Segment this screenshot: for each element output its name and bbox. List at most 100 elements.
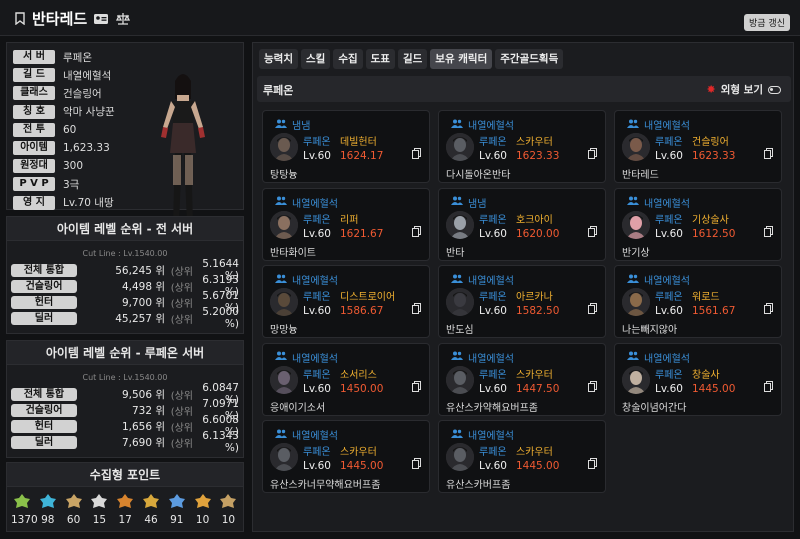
character-card[interactable]: 내열에혈석 루페온 건슬링어 Lv.60 1623.33 반타레드 — [614, 110, 782, 183]
character-portrait — [270, 443, 298, 471]
collection-item[interactable]: 17 — [114, 493, 136, 526]
profile-row: 클래스 건슬링어 — [13, 85, 102, 101]
character-name: 나는빼지않아 — [622, 325, 678, 336]
tab-item[interactable]: 도표 — [365, 49, 395, 69]
guild-line: 내열에혈석 — [627, 195, 690, 210]
collection-item[interactable]: 15 — [88, 493, 110, 526]
character-class: 아르카나 — [516, 292, 553, 303]
collection-item[interactable]: 91 — [166, 493, 188, 526]
collection-value: 10 — [221, 514, 236, 526]
character-name: 탕탕늉 — [270, 170, 298, 181]
guild-line: 내열에혈석 — [451, 427, 514, 442]
character-portrait — [446, 210, 474, 239]
copy-icon[interactable] — [588, 148, 597, 159]
collection-item[interactable]: 46 — [140, 493, 162, 526]
character-level: Lv.60 — [303, 227, 331, 240]
character-level: Lv.60 — [479, 150, 507, 162]
copy-icon[interactable] — [588, 225, 597, 237]
guild-line: 내열에혈석 — [275, 350, 338, 365]
copy-icon[interactable] — [412, 458, 421, 469]
tab-item[interactable]: 보유 캐릭터 — [430, 49, 493, 69]
guild-members-icon — [275, 351, 287, 363]
profile-label: 서 버 — [13, 50, 55, 64]
guild-name: 내열에혈석 — [468, 276, 514, 287]
tab-item[interactable]: 스킬 — [300, 49, 331, 69]
character-card[interactable]: 내열에혈석 루페온 워로드 Lv.60 1561.67 나는빼지않아 — [614, 265, 782, 338]
character-class: 데빌헌터 — [340, 137, 377, 148]
collection-value: 17 — [118, 514, 132, 526]
character-class: 창술사 — [692, 369, 720, 381]
collection-item[interactable]: 60 — [63, 493, 85, 526]
appearance-toggle[interactable]: ✸ 외형 보기 — [706, 82, 781, 97]
guild-name: 내열에혈석 — [644, 121, 690, 132]
character-class: 스카우터 — [516, 137, 553, 148]
rank-row: 딜러 7,690 위 (상위 6.1343 %) — [11, 430, 241, 454]
character-card[interactable]: 내열에혈석 루페온 스카우터 Lv.60 1445.00 유산스카버프좀 — [438, 420, 606, 493]
profile-row: 서 버 루페온 — [13, 49, 92, 65]
guild-members-icon — [451, 429, 463, 441]
copy-icon[interactable] — [588, 458, 597, 469]
character-card[interactable]: 냄냄 루페온 호크아이 Lv.60 1620.00 반타 — [438, 187, 606, 261]
tab-item[interactable]: 길드 — [397, 49, 428, 69]
copy-icon[interactable] — [764, 380, 773, 392]
rank-all-cutline: Cut Line : Lv.1540.00 — [82, 249, 168, 258]
collection-item[interactable]: 10 — [192, 493, 214, 526]
copy-icon[interactable] — [588, 380, 597, 392]
refresh-button[interactable]: 방금 갱신 — [744, 14, 790, 31]
character-item-level: 1612.50 — [692, 227, 736, 240]
character-name: 응애이기소서 — [270, 402, 326, 414]
guild-name: 내열에혈석 — [292, 198, 338, 210]
character-card[interactable]: 내열에혈석 루페온 디스트로이어 Lv.60 1586.67 망망늉 — [262, 265, 430, 338]
character-portrait — [446, 443, 474, 471]
copy-icon[interactable] — [412, 225, 421, 237]
profile-row: 원정대 300 — [13, 158, 83, 174]
bookmark-icon[interactable] — [14, 12, 26, 25]
copy-icon[interactable] — [764, 148, 773, 159]
character-item-level: 1621.67 — [340, 227, 384, 240]
rank-number: 1,656 위 — [121, 420, 165, 433]
scale-icon[interactable] — [115, 12, 131, 25]
rank-sub: (상위 — [170, 438, 193, 450]
profile-panel: 서 버 루페온 길 드 내열에혈석 클래스 건슬링어 칭 호 악마 사냥꾼 전 투 60 아이템 1,… — [6, 42, 244, 229]
character-card[interactable]: 냄냄 루페온 데빌헌터 Lv.60 1624.17 탕탕늉 — [262, 110, 430, 183]
tab-item[interactable]: 수집 — [333, 49, 363, 69]
collection-item[interactable]: 98 — [37, 493, 59, 526]
character-card[interactable]: 내열에혈석 루페온 소서리스 Lv.60 1450.00 응애이기소서 — [262, 342, 430, 416]
rank-all-panel: 아이템 레벨 순위 - 전 서버 Cut Line : Lv.1540.00 전… — [6, 216, 244, 334]
copy-icon[interactable] — [764, 225, 773, 237]
collection-item[interactable]: 1370 — [11, 493, 38, 526]
character-card[interactable]: 내열에혈석 루페온 스카우터 Lv.60 1447.50 유산스카약해요버프좀 — [438, 342, 606, 416]
character-portrait — [446, 288, 474, 316]
copy-icon[interactable] — [588, 303, 597, 314]
adventure-book-icon — [142, 493, 160, 509]
character-name: 창술이념어간다 — [622, 402, 687, 414]
tab-item[interactable]: 능력치 — [259, 49, 298, 69]
tab-item[interactable]: 주간골드획득 — [495, 49, 564, 69]
copy-icon[interactable] — [764, 303, 773, 314]
collection-value: 10 — [195, 514, 210, 526]
copy-icon[interactable] — [412, 303, 421, 314]
character-item-level: 1445.00 — [692, 382, 736, 395]
character-card[interactable]: 내열에혈석 루페온 스카우터 Lv.60 1623.33 다시돌아온반타 — [438, 110, 606, 183]
character-class: 기상술사 — [692, 214, 729, 226]
copy-icon[interactable] — [412, 148, 421, 159]
toggle-switch-icon[interactable] — [768, 85, 781, 94]
profile-label: 영 지 — [13, 195, 55, 210]
character-card[interactable]: 내열에혈석 루페온 아르카나 Lv.60 1582.50 반도심 — [438, 265, 606, 338]
collection-value: 1370 — [11, 514, 38, 526]
world-tree-leaf-icon — [168, 493, 186, 509]
great-art-icon — [65, 493, 83, 509]
rank-label: 딜러 — [11, 435, 77, 449]
character-card[interactable]: 내열에혈석 루페온 기상술사 Lv.60 1612.50 반기상 — [614, 187, 782, 261]
copy-icon[interactable] — [412, 380, 421, 392]
server-header: 루페온 ✸ 외형 보기 — [257, 76, 791, 102]
character-portrait — [622, 365, 650, 394]
character-card[interactable]: 내열에혈석 루페온 리퍼 Lv.60 1621.67 반타화이트 — [262, 187, 430, 261]
guild-members-icon — [275, 429, 287, 441]
guild-name: 내열에혈석 — [644, 353, 690, 365]
character-card[interactable]: 내열에혈석 루페온 스카우터 Lv.60 1445.00 유산스카너무약해요버프좀 — [262, 420, 430, 493]
rank-label: 전체 통합 — [11, 387, 77, 401]
character-card[interactable]: 내열에혈석 루페온 창술사 Lv.60 1445.00 창술이념어간다 — [614, 342, 782, 416]
id-card-icon[interactable] — [93, 13, 109, 25]
collection-item[interactable]: 10 — [217, 493, 239, 526]
